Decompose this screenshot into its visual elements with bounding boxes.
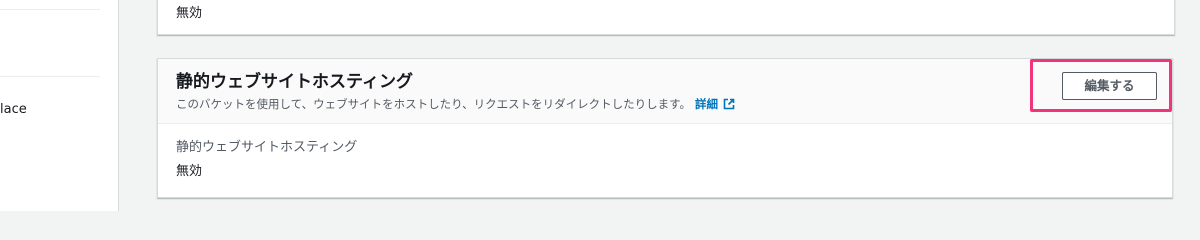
details-link-label: 詳細 [694,97,718,111]
sidebar-divider [0,9,100,10]
field-label: 静的ウェブサイトホスティング [176,140,358,155]
card-title: 静的ウェブサイトホスティング [176,72,413,92]
description-text: このバケットを使用して、ウェブサイトをホストしたり、リクエストをリダイレクトした… [176,97,691,111]
sidebar-item-partial[interactable]: lace [0,101,27,119]
external-link-icon [723,98,735,114]
edit-button[interactable]: 編集する [1062,72,1157,100]
field-value: 無効 [176,164,203,179]
card-header: 静的ウェブサイトホスティング このバケットを使用して、ウェブサイトをホストしたり… [158,59,1172,124]
card-description: このバケットを使用して、ウェブサイトをホストしたり、リクエストをリダイレクトした… [176,96,735,114]
previous-property-value: 無効 [176,6,203,21]
previous-property-card: 無効 [157,0,1175,35]
details-link[interactable]: 詳細 [695,97,735,111]
sidebar-divider [0,76,100,77]
sidebar-nav: lace [0,0,119,211]
static-website-hosting-card: 静的ウェブサイトホスティング このバケットを使用して、ウェブサイトをホストしたり… [157,58,1173,198]
